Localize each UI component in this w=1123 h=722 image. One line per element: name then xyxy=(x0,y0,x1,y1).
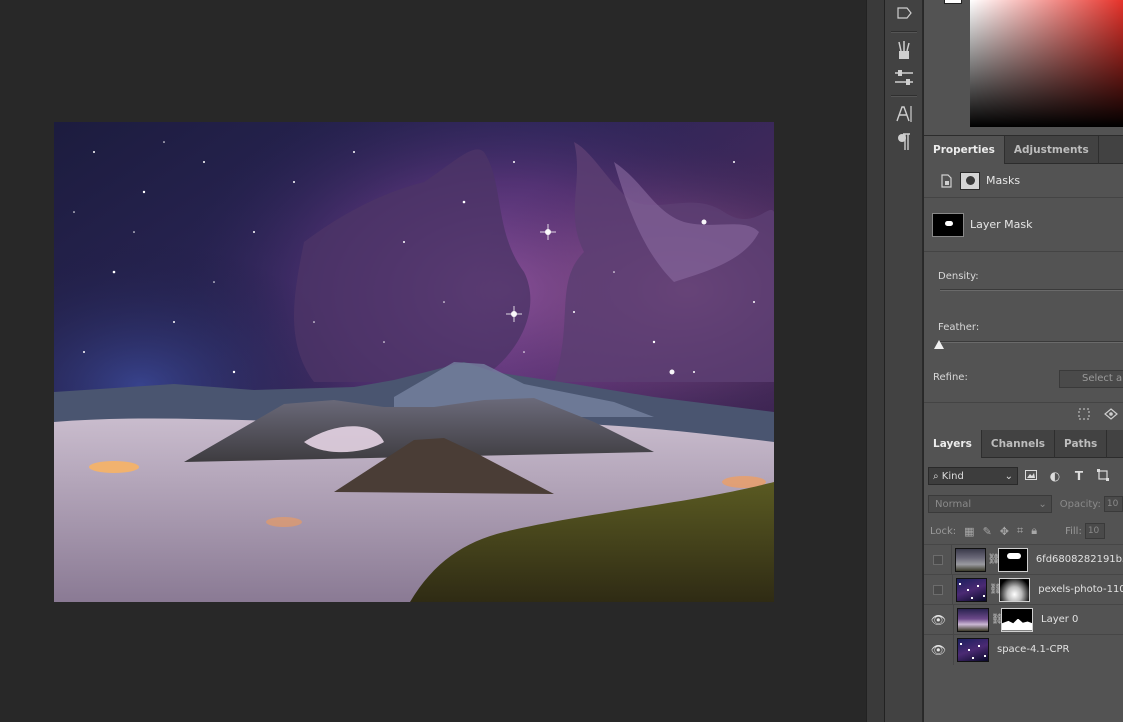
kind-select-content: ⌕ Kind xyxy=(933,471,964,482)
eye-icon: 👁︎ xyxy=(930,642,947,657)
layers-tab-bar: Layers Channels Paths xyxy=(924,430,1123,458)
layer-kind-filter-select[interactable]: ⌕ Kind ⌄ xyxy=(928,467,1018,485)
lock-row: Lock: ▦ ✎ ✥ ⌗ 🔒︎ Fill: 10 xyxy=(930,522,1123,540)
layers-panel: ⌕ Kind ⌄ ◐ T Normal ⌄ Opacity: 10 Lock: … xyxy=(924,458,1123,722)
refine-label: Refine: xyxy=(933,372,968,383)
load-selection-icon[interactable] xyxy=(1078,408,1090,423)
layer-thumbnail xyxy=(955,547,986,572)
adjustment-sliders-icon[interactable] xyxy=(885,64,923,92)
tool-separator xyxy=(890,31,917,33)
pixel-layer-filter-icon[interactable] xyxy=(1020,469,1042,483)
layer-mask-row[interactable]: Layer Mask xyxy=(924,198,1123,252)
search-icon: ⌕ xyxy=(933,470,942,482)
shape-layer-filter-icon[interactable] xyxy=(1092,468,1114,484)
panel-collapse-strip[interactable] xyxy=(866,0,885,722)
lock-label: Lock: xyxy=(930,525,957,537)
chevron-down-icon: ⌄ xyxy=(1004,470,1013,482)
layer-name: Layer 0 xyxy=(1041,614,1079,625)
layer-mask-thumbnail[interactable] xyxy=(999,577,1031,602)
layer-mask-thumbnail[interactable] xyxy=(1001,607,1033,632)
lock-image-pixels-icon[interactable]: ✎ xyxy=(983,525,992,538)
fill-input[interactable]: 10 xyxy=(1084,523,1105,539)
adjustment-layer-filter-icon[interactable]: ◐ xyxy=(1044,469,1066,483)
visibility-toggle[interactable]: 👁︎ xyxy=(924,604,954,635)
visibility-toggle[interactable]: 👁︎ xyxy=(924,634,954,665)
lock-all-icon[interactable]: 🔒︎ xyxy=(1031,524,1037,538)
layer-row[interactable]: 👁︎ space-4.1-CPR xyxy=(924,634,1123,665)
density-label: Density: xyxy=(938,271,979,282)
properties-footer xyxy=(924,402,1123,426)
document-canvas-area[interactable] xyxy=(0,0,866,722)
layer-row[interactable]: ⛓ pexels-photo-110 xyxy=(924,574,1123,605)
properties-panel: Masks Layer Mask Density: Feather: Refin… xyxy=(924,164,1123,426)
layer-name: pexels-photo-110 xyxy=(1038,584,1123,595)
right-panel-dock: Properties Adjustments Masks Layer Mask … xyxy=(924,0,1123,722)
layer-thumbnail xyxy=(957,607,989,632)
layer-mask-label: Layer Mask xyxy=(970,218,1033,231)
layer-filter-row: ⌕ Kind ⌄ ◐ T xyxy=(928,466,1123,486)
character-icon[interactable] xyxy=(885,100,923,128)
lock-position-icon[interactable]: ✥ xyxy=(1000,525,1009,538)
select-and-mask-button[interactable]: Select an xyxy=(1059,370,1123,388)
type-layer-filter-icon[interactable]: T xyxy=(1068,469,1090,483)
pixel-mask-icon[interactable] xyxy=(960,171,980,190)
tab-properties[interactable]: Properties xyxy=(924,136,1005,164)
document-icon[interactable] xyxy=(936,171,956,191)
eye-icon: 👁︎ xyxy=(930,612,947,627)
visibility-toggle[interactable] xyxy=(924,544,953,575)
tab-paths[interactable]: Paths xyxy=(1055,430,1108,458)
opacity-input[interactable]: 10 xyxy=(1103,496,1123,512)
apply-mask-icon[interactable] xyxy=(1104,408,1118,423)
layer-row[interactable]: ⛓ 6fd6808282191b5 xyxy=(924,544,1123,575)
composite-image[interactable] xyxy=(54,122,774,602)
visibility-off-box xyxy=(933,584,944,595)
panel-icon-column xyxy=(885,0,923,722)
clone-source-icon[interactable] xyxy=(885,0,923,28)
tab-adjustments[interactable]: Adjustments xyxy=(1005,136,1099,164)
layer-name: 6fd6808282191b5 xyxy=(1035,554,1123,565)
fill-label: Fill: xyxy=(1065,525,1082,537)
chain-link-icon[interactable]: ⛓ xyxy=(989,584,1002,595)
foreground-color-swatch[interactable] xyxy=(944,0,962,4)
color-picker-panel xyxy=(924,0,1123,136)
feather-slider[interactable] xyxy=(940,341,1123,343)
blend-opacity-row: Normal ⌄ Opacity: 10 xyxy=(928,494,1123,514)
layer-mask-thumbnail[interactable] xyxy=(997,547,1028,572)
chevron-down-icon: ⌄ xyxy=(1038,498,1047,510)
layer-thumbnail xyxy=(957,637,989,662)
properties-tab-bar: Properties Adjustments xyxy=(924,136,1123,164)
lock-artboard-icon[interactable]: ⌗ xyxy=(1017,524,1023,538)
layer-list: ⛓ 6fd6808282191b5 ⛓ pexels-photo-110 👁︎ … xyxy=(924,544,1123,665)
feather-label: Feather: xyxy=(938,322,980,333)
tab-layers[interactable]: Layers xyxy=(924,430,982,458)
visibility-off-box xyxy=(932,554,943,565)
visibility-toggle[interactable] xyxy=(924,574,954,605)
feather-slider-handle[interactable] xyxy=(934,340,944,349)
blend-mode-value: Normal xyxy=(935,498,972,510)
masks-label: Masks xyxy=(986,174,1021,187)
chain-link-icon[interactable]: ⛓ xyxy=(991,614,1004,625)
brush-presets-icon[interactable] xyxy=(885,36,923,64)
lock-transparent-pixels-icon[interactable]: ▦ xyxy=(964,525,974,538)
opacity-label: Opacity: xyxy=(1059,498,1101,510)
density-slider[interactable] xyxy=(940,289,1123,291)
tab-channels[interactable]: Channels xyxy=(982,430,1056,458)
chain-link-icon[interactable]: ⛓ xyxy=(988,554,1001,565)
layer-name: space-4.1-CPR xyxy=(997,644,1070,655)
color-saturation-field[interactable] xyxy=(970,0,1123,127)
volcano-galaxy-artwork xyxy=(54,122,774,602)
layer-mask-thumbnail xyxy=(932,212,964,237)
kind-select-value: Kind xyxy=(941,470,964,482)
masks-header: Masks xyxy=(924,164,1123,198)
tool-separator xyxy=(890,95,917,97)
blend-mode-select[interactable]: Normal ⌄ xyxy=(928,495,1052,513)
paragraph-icon[interactable] xyxy=(885,128,923,156)
layer-row[interactable]: 👁︎ ⛓ Layer 0 xyxy=(924,604,1123,635)
layer-thumbnail xyxy=(956,577,988,602)
